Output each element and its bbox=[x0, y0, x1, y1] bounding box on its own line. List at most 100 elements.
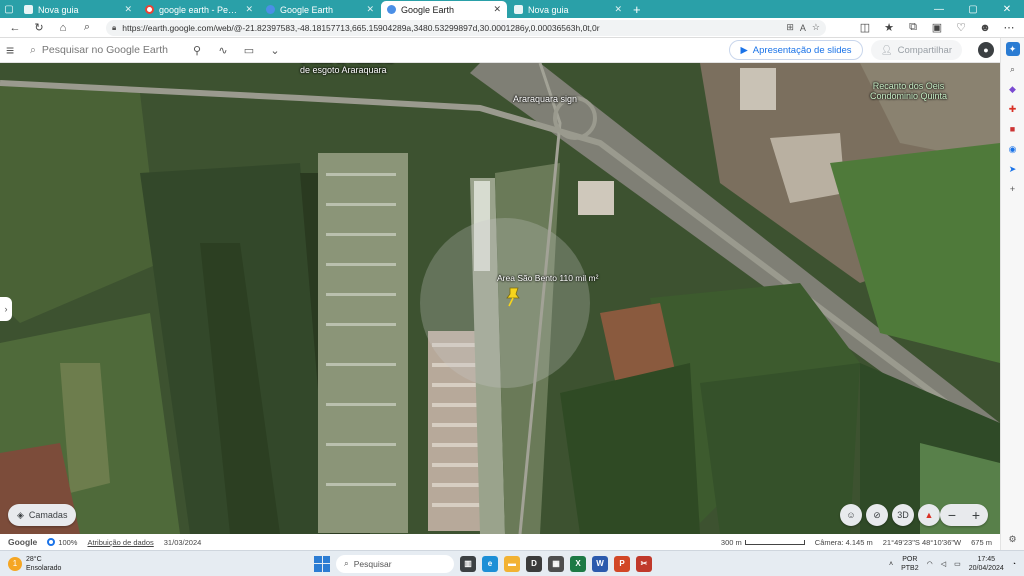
window-menu-icon[interactable]: ▢ bbox=[0, 0, 18, 18]
earth-search-input[interactable]: ⌕ Pesquisar no Google Earth bbox=[30, 44, 180, 57]
tab-nova-guia-1[interactable]: Nova guia ✕ bbox=[18, 1, 138, 18]
ground-elevation: 675 m bbox=[971, 537, 992, 547]
store-icon[interactable]: ▦ bbox=[548, 555, 564, 572]
taskbar-apps: ⌕ Pesquisar ▥ e ▬ D ▦ X W P ✂ bbox=[314, 551, 652, 576]
tools-icon[interactable]: ✚ bbox=[1006, 102, 1020, 116]
earth-icon bbox=[387, 5, 396, 14]
compass-icon[interactable]: ▲ bbox=[918, 504, 940, 526]
close-window-icon[interactable]: ✕ bbox=[990, 0, 1024, 18]
wifi-icon[interactable]: ◠ bbox=[927, 560, 933, 568]
favorite-star-icon[interactable]: ☆ bbox=[812, 22, 820, 33]
heart-icon[interactable]: ♡ bbox=[950, 19, 972, 37]
taskbar-search[interactable]: ⌕ Pesquisar bbox=[336, 554, 454, 573]
tab-google-earth-active[interactable]: Google Earth ✕ bbox=[381, 1, 507, 18]
collections-icon[interactable]: ▣ bbox=[926, 19, 948, 37]
search-icon[interactable]: ⌕ bbox=[76, 19, 98, 37]
satellite-map[interactable]: Unidade de Tratamento de esgoto Araraqua… bbox=[0, 63, 1000, 534]
layers-icon: ◈ bbox=[17, 509, 24, 520]
label-sewage-treatment[interactable]: Unidade de Tratamento de esgoto Araraqua… bbox=[300, 63, 394, 75]
word-icon[interactable]: W bbox=[592, 555, 608, 572]
reload-icon[interactable]: ↻ bbox=[28, 19, 50, 37]
slideshow-label: Apresentação de slides bbox=[752, 44, 852, 56]
clock[interactable]: 17:45 20/04/2024 bbox=[969, 555, 1004, 573]
search-icon[interactable]: ⌕ bbox=[1006, 62, 1020, 76]
layers-button[interactable]: ◈ Camadas bbox=[8, 504, 77, 526]
shopping-icon[interactable]: ◆ bbox=[1006, 82, 1020, 96]
dell-icon[interactable]: D bbox=[526, 555, 542, 572]
more-menu-icon[interactable]: ⋯ bbox=[998, 19, 1020, 37]
view-3d-label: 3D bbox=[897, 510, 909, 520]
zoom-in-icon[interactable]: + bbox=[972, 507, 980, 523]
battery-icon[interactable]: ▭ bbox=[954, 560, 961, 568]
excel-icon[interactable]: X bbox=[570, 555, 586, 572]
tab-label: Google Earth bbox=[280, 4, 334, 15]
volume-icon[interactable]: ◁ bbox=[941, 560, 946, 568]
system-tray: ˄ POR PTB2 ◠ ◁ ▭ 17:45 20/04/2024 ◔ bbox=[889, 551, 1016, 576]
profile-icon[interactable]: ☻ bbox=[974, 19, 996, 37]
task-view-icon[interactable]: ▥ bbox=[460, 555, 476, 572]
new-tab-button[interactable]: + bbox=[633, 1, 641, 18]
placemark-icon[interactable]: ⚲ bbox=[188, 41, 206, 59]
close-icon[interactable]: ✕ bbox=[493, 4, 501, 15]
tab-google-search[interactable]: google earth - Pesquisar ✕ bbox=[139, 1, 259, 18]
location-off-icon[interactable]: ⊘ bbox=[866, 504, 888, 526]
tab-nova-guia-2[interactable]: Nova guia ✕ bbox=[508, 1, 628, 18]
yellow-pushpin-icon[interactable] bbox=[505, 285, 521, 307]
close-icon[interactable]: ✕ bbox=[124, 4, 132, 15]
label-araraquara-sign[interactable]: Araraquara sign bbox=[513, 94, 577, 104]
input-language[interactable]: POR PTB2 bbox=[901, 555, 919, 573]
extensions-icon[interactable]: ⧉ bbox=[902, 19, 924, 37]
chevron-down-icon[interactable]: ⌄ bbox=[266, 41, 284, 59]
copilot-icon[interactable]: ✦ bbox=[1005, 42, 1020, 56]
add-icon[interactable]: + bbox=[1006, 182, 1020, 196]
office-icon[interactable]: ■ bbox=[1006, 122, 1020, 136]
language-code: POR bbox=[902, 556, 918, 563]
scale-value: 300 m bbox=[720, 537, 742, 547]
loading-ring-icon bbox=[47, 538, 56, 546]
side-panel-toggle[interactable]: › bbox=[0, 297, 12, 321]
settings-gear-icon[interactable]: ⚙ bbox=[1006, 532, 1020, 546]
label-condominium[interactable]: Recanto dos Oeis Condominio Quinta bbox=[870, 81, 947, 101]
tray-overflow-icon[interactable]: ˄ bbox=[889, 561, 893, 568]
data-attribution-link[interactable]: Atribuição de dados bbox=[87, 538, 153, 547]
menu-icon[interactable]: ≡ bbox=[6, 42, 22, 58]
apps-icon[interactable]: ⊞ bbox=[786, 22, 794, 33]
split-screen-icon[interactable]: ◫ bbox=[854, 19, 876, 37]
send-icon[interactable]: ➤ bbox=[1006, 162, 1020, 176]
close-icon[interactable]: ✕ bbox=[245, 4, 253, 15]
outlook-icon[interactable]: ◉ bbox=[1006, 142, 1020, 156]
tab-google-earth-1[interactable]: Google Earth ✕ bbox=[260, 1, 380, 18]
browser-tab-strip: ▢ Nova guia ✕ google earth - Pesquisar ✕… bbox=[0, 0, 1024, 18]
home-icon[interactable]: ⌂ bbox=[52, 19, 74, 37]
read-aloud-icon[interactable]: A bbox=[800, 23, 806, 33]
edge-browser-icon[interactable]: e bbox=[482, 555, 498, 572]
weather-sun-icon: 1 bbox=[8, 556, 22, 571]
snipping-tool-icon[interactable]: ✂ bbox=[636, 555, 652, 572]
map-imagery bbox=[0, 63, 1000, 534]
minimize-icon[interactable]: — bbox=[922, 0, 956, 18]
back-arrow-icon[interactable]: ← bbox=[4, 19, 26, 37]
share-button[interactable]: 👤︎ Compartilhar bbox=[870, 40, 962, 60]
maximize-icon[interactable]: ▢ bbox=[956, 0, 990, 18]
weather-widget[interactable]: 1 28°C Ensolarado bbox=[0, 555, 160, 573]
close-icon[interactable]: ✕ bbox=[614, 4, 622, 15]
favorites-icon[interactable]: ★ bbox=[878, 19, 900, 37]
powerpoint-icon[interactable]: P bbox=[614, 555, 630, 572]
notifications-icon[interactable]: ◔ bbox=[1012, 561, 1016, 568]
browser-toolbar: ← ↻ ⌂ ⌕ 🔒︎ https://earth.google.com/web/… bbox=[0, 18, 1024, 38]
temperature: 28°C bbox=[26, 555, 42, 563]
label-placemark[interactable]: Area São Bento 110 mil m² bbox=[497, 273, 598, 283]
ruler-icon[interactable]: ▭ bbox=[240, 41, 258, 59]
account-avatar[interactable]: ● bbox=[978, 42, 994, 58]
street-view-pegman-icon[interactable]: ☺ bbox=[840, 504, 862, 526]
address-bar[interactable]: 🔒︎ https://earth.google.com/web/@-21.823… bbox=[106, 19, 826, 36]
close-icon[interactable]: ✕ bbox=[366, 4, 374, 15]
windows-start-icon[interactable] bbox=[314, 555, 330, 572]
search-placeholder: Pesquisar no Google Earth bbox=[41, 44, 168, 56]
view-3d-button[interactable]: 3D bbox=[892, 504, 914, 526]
path-icon[interactable]: ∿ bbox=[214, 41, 232, 59]
file-explorer-icon[interactable]: ▬ bbox=[504, 555, 520, 572]
slideshow-button[interactable]: ▶ Apresentação de slides bbox=[729, 40, 863, 60]
lock-icon[interactable]: 🔒︎ bbox=[112, 23, 116, 33]
zoom-out-icon[interactable]: − bbox=[948, 507, 956, 523]
